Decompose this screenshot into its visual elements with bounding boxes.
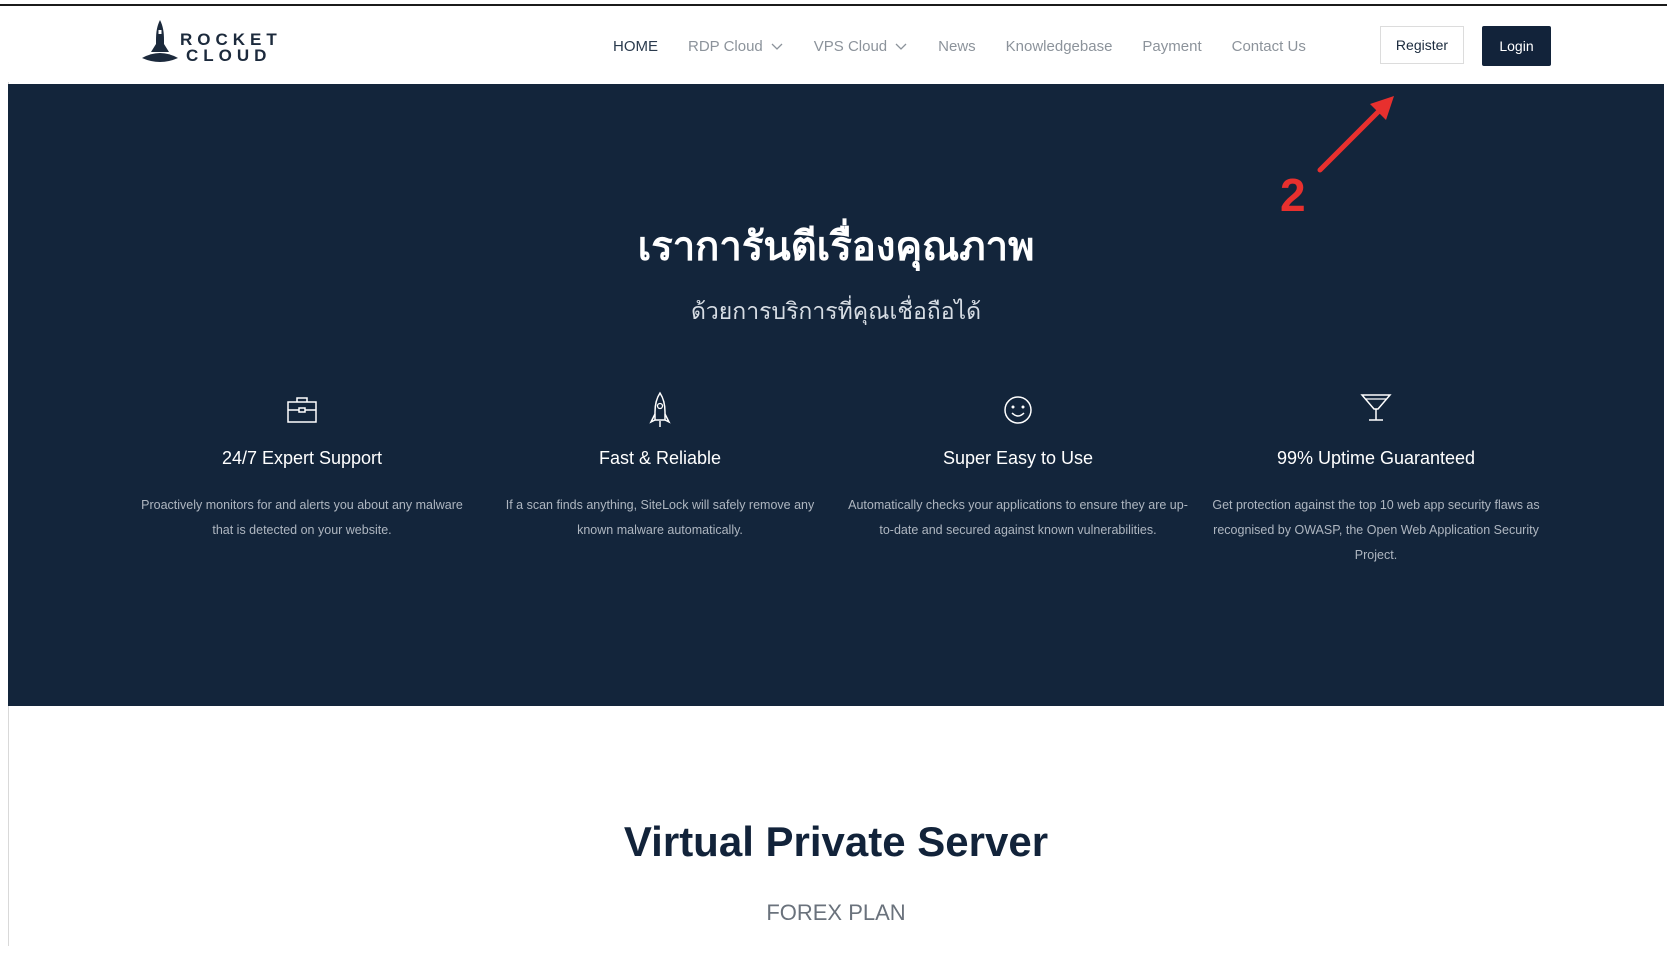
nav-label-rdp-cloud: RDP Cloud [688,37,763,55]
rocket-icon [649,391,671,427]
feature-title: 99% Uptime Guaranteed [1276,448,1476,468]
register-button[interactable]: Register [1380,26,1464,64]
nav-item-knowledgebase[interactable]: Knowledgebase [1006,38,1113,55]
nav-label-contact-us: Contact Us [1231,37,1306,55]
feature-title: Fast & Reliable [598,448,722,468]
chevron-down-icon [895,43,907,50]
feature-description: Proactively monitors for and alerts you … [141,498,463,537]
hero-title: เราการันตีเรื่องคุณภาพ [637,224,1035,270]
nav-item-payment[interactable]: Payment [1142,38,1201,55]
briefcase-icon [287,397,317,423]
trophy-icon [1360,394,1392,421]
vps-section-title: Virtual Private Server [623,818,1049,865]
nav-label-news: News [938,37,976,55]
rocket-icon [142,20,178,62]
feature-expert-support: 24/7 Expert Support Proactively monitors… [132,390,472,543]
hero-section: เราการันตีเรื่องคุณภาพ ด้วยการบริการที่ค… [8,84,1664,706]
login-button[interactable]: Login [1482,26,1551,66]
site-header: ROCKET CLOUD HOME RDP Cloud VPS Cloud Ne… [8,6,1660,82]
feature-description: Automatically checks your applications t… [848,498,1188,537]
nav-label-home: HOME [613,37,658,55]
feature-description: If a scan finds anything, SiteLock will … [505,498,815,537]
feature-title: 24/7 Expert Support [221,448,383,468]
smiley-icon [1004,396,1032,424]
nav-item-news[interactable]: News [938,38,976,55]
nav-item-contact-us[interactable]: Contact Us [1232,38,1306,55]
site-logo[interactable]: ROCKET CLOUD [140,18,277,70]
nav-label-knowledgebase: Knowledgebase [1005,37,1113,55]
main-nav: HOME RDP Cloud VPS Cloud News Knowledgeb… [613,36,1306,56]
logo-text: ROCKET CLOUD [180,31,282,65]
annotation-arrow [1317,96,1394,173]
nav-item-vps-cloud[interactable]: VPS Cloud [814,38,908,55]
hero-subtitle: ด้วยการบริการที่คุณเชื่อถือได้ [690,299,982,325]
nav-label-payment: Payment [1142,37,1202,55]
nav-item-rdp-cloud[interactable]: RDP Cloud [688,38,784,55]
chevron-down-icon [771,43,783,50]
feature-fast-reliable: Fast & Reliable If a scan finds anything… [490,390,830,543]
logo-line-2: CLOUD [186,46,272,65]
feature-easy-to-use: Super Easy to Use Automatically checks y… [848,390,1188,543]
feature-description: Get protection against the top 10 web ap… [1212,498,1540,562]
feature-title: Super Easy to Use [942,448,1094,468]
vps-section-subtitle: FOREX PLAN [766,900,906,925]
nav-item-home[interactable]: HOME [613,38,658,55]
feature-uptime-guaranteed: 99% Uptime Guaranteed Get protection aga… [1206,390,1546,568]
annotation-number: 2 [1280,169,1306,221]
nav-label-vps-cloud: VPS Cloud [813,37,888,55]
